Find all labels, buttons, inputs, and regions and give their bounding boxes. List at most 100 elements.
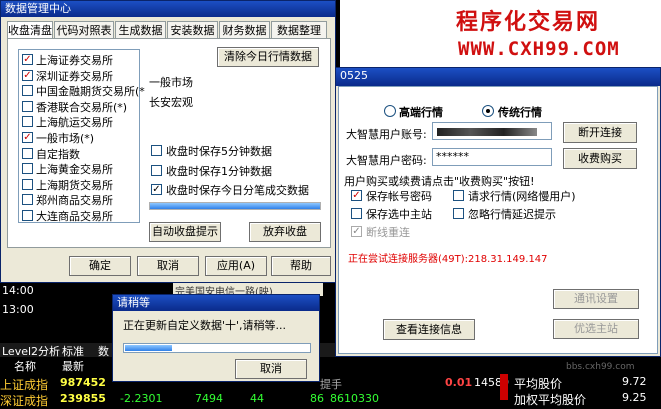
password-input[interactable]: ******: [432, 148, 552, 166]
market-checkbox[interactable]: [22, 163, 33, 175]
market-label: 自定指数: [36, 147, 80, 161]
market-checkbox[interactable]: [22, 194, 33, 206]
reconnect-checkbox[interactable]: ✓: [351, 226, 362, 237]
market-list[interactable]: ✓ 上海证券交易所 ✓ 深圳证券交易所 中国金融期货交易所(* 香港联合交易所(*) 上海航…: [18, 49, 145, 223]
tab-install-data[interactable]: 安装数据: [167, 21, 218, 39]
wait-dialog: 请稍等 正在更新自定义数据'十',请稍等... 取消: [112, 294, 320, 382]
row-1-name[interactable]: 上证成指: [0, 376, 48, 393]
tab-data-cleanup[interactable]: 数据整理: [271, 21, 327, 39]
save-1min-label: 收盘时保存1分钟数据: [166, 165, 272, 178]
market-list-item[interactable]: 香港联合交易所(*): [21, 99, 139, 114]
market-list-item[interactable]: 郑州商品交易所: [21, 192, 139, 207]
banner: 程序化交易网 WWW.CXH99.COM: [340, 0, 661, 67]
close-progress-bar: [149, 202, 321, 210]
header-latest: 最新: [62, 360, 84, 373]
market-checkbox[interactable]: [22, 178, 33, 190]
market-checkbox[interactable]: [22, 85, 33, 97]
row-2-value: 239855: [60, 392, 106, 405]
help-button[interactable]: 帮助: [271, 256, 331, 276]
market-label: 郑州商品交易所: [36, 194, 113, 208]
market-list-item[interactable]: 上海航运交易所: [21, 114, 139, 129]
data-manager-title-bar: 数据管理中心: [1, 1, 335, 17]
info-market-name: 一般市场: [149, 76, 193, 89]
market-checkbox[interactable]: ✓: [22, 132, 33, 143]
tab-finance-data[interactable]: 财务数据: [219, 21, 270, 39]
auto-close-prompt-button[interactable]: 自动收盘提示: [149, 222, 221, 242]
account-input[interactable]: [432, 122, 552, 140]
market-list-item[interactable]: 大连商品交易所: [21, 208, 139, 223]
save-account-label: 保存帐号密码: [366, 190, 432, 203]
market-checkbox[interactable]: [22, 100, 33, 112]
disconnect-button[interactable]: 断开连接: [563, 122, 637, 143]
weighted-price-value: 9.25: [622, 391, 647, 404]
save-ticks-checkbox[interactable]: ✓: [151, 184, 162, 195]
save-main-site-checkbox[interactable]: [351, 208, 362, 219]
header-level2[interactable]: Level2分析: [2, 343, 60, 359]
market-label: 上海期货交易所: [36, 178, 113, 192]
market-list-item[interactable]: ✓ 上海证券交易所: [21, 52, 139, 67]
buy-button[interactable]: 收费购买: [563, 148, 637, 169]
header-data[interactable]: 数: [98, 343, 109, 359]
password-label: 大智慧用户密码:: [346, 154, 427, 167]
market-time-1300: 13:00: [2, 303, 34, 316]
num-c: 8610: [330, 392, 358, 405]
account-label: 大智慧用户账号:: [346, 128, 427, 141]
num-d: 330: [358, 392, 379, 405]
market-list-item[interactable]: ✓ 深圳证券交易所: [21, 68, 139, 83]
market-list-item[interactable]: 上海期货交易所: [21, 177, 139, 192]
wait-message: 正在更新自定义数据'十',请稍等...: [123, 319, 287, 332]
mid-value-2: 7494: [195, 392, 223, 405]
market-checkbox[interactable]: [22, 116, 33, 128]
request-quote-label: 请求行情(网络慢用户): [468, 190, 576, 203]
market-list-item[interactable]: 上海黄金交易所: [21, 161, 139, 176]
clear-today-data-button[interactable]: 清除今日行情数据: [217, 47, 319, 67]
ignore-delay-label: 忽略行情延迟提示: [468, 208, 556, 221]
preferred-site-button[interactable]: 优选主站: [553, 319, 639, 339]
apply-button[interactable]: 应用(A): [205, 256, 267, 276]
row-2-name[interactable]: 深证成指: [0, 392, 48, 409]
save-5min-checkbox[interactable]: [151, 145, 162, 156]
request-quote-checkbox[interactable]: [453, 190, 464, 201]
market-checkbox[interactable]: [22, 147, 33, 159]
radio-traditional-dot: [486, 109, 490, 113]
market-checkbox[interactable]: ✓: [22, 54, 33, 65]
market-checkbox[interactable]: ✓: [22, 69, 33, 81]
abandon-close-button[interactable]: 放弃收盘: [249, 222, 321, 242]
cancel-button[interactable]: 取消: [137, 256, 199, 276]
info-sub-name: 长安宏观: [149, 96, 193, 109]
tab-close-market[interactable]: 收盘清盘: [7, 21, 53, 39]
ticker-unit: 提手: [320, 378, 342, 391]
comm-settings-button[interactable]: 通讯设置: [553, 289, 639, 309]
tab-strip: 收盘清盘 代码对照表 生成数据 安装数据 财务数据 数据整理: [7, 21, 331, 39]
market-list-item[interactable]: 自定指数: [21, 146, 139, 161]
wait-progress-fill: [125, 345, 172, 351]
close-progress-fill: [150, 203, 320, 209]
view-connection-info-button[interactable]: 查看连接信息: [383, 319, 475, 340]
purchase-notice: 用户购买或续费请点击"收费购买"按钮!: [344, 175, 535, 188]
save-1min-checkbox[interactable]: [151, 165, 162, 176]
login-window: 0525 高端行情 传统行情 大智慧用户账号: 断开连接 大智慧用户密码: **…: [335, 67, 661, 372]
ignore-delay-checkbox[interactable]: [453, 208, 464, 219]
save-account-checkbox[interactable]: ✓: [351, 190, 362, 201]
ok-button[interactable]: 确定: [69, 256, 131, 276]
market-label: 上海黄金交易所: [36, 163, 113, 177]
avg-price-label: 平均股价: [514, 377, 563, 391]
save-ticks-label: 收盘时保存今日分笔成交数据: [166, 184, 309, 197]
market-checkbox[interactable]: [22, 210, 33, 221]
wait-cancel-button[interactable]: 取消: [235, 359, 307, 379]
header-standard[interactable]: 标准: [62, 343, 84, 359]
red-indicator: [500, 374, 508, 400]
data-manager-window: 数据管理中心 收盘清盘 代码对照表 生成数据 安装数据 财务数据 数据整理 ✓ 上…: [0, 0, 336, 283]
wait-title-bar: 请稍等: [113, 295, 319, 311]
market-list-item[interactable]: 中国金融期货交易所(*: [21, 83, 145, 98]
market-list-item[interactable]: ✓ 一般市场(*): [21, 130, 139, 145]
tab-code-map[interactable]: 代码对照表: [54, 21, 114, 39]
wait-title: 请稍等: [117, 296, 150, 309]
tab-generate-data[interactable]: 生成数据: [115, 21, 166, 39]
market-label: 上海证券交易所: [36, 54, 113, 67]
banner-url: WWW.CXH99.COM: [458, 38, 620, 60]
radio-high-end[interactable]: [384, 105, 396, 117]
radio-traditional[interactable]: [482, 105, 494, 117]
market-label: 中国金融期货交易所(*: [36, 85, 145, 99]
market-label: 大连商品交易所: [36, 210, 113, 223]
